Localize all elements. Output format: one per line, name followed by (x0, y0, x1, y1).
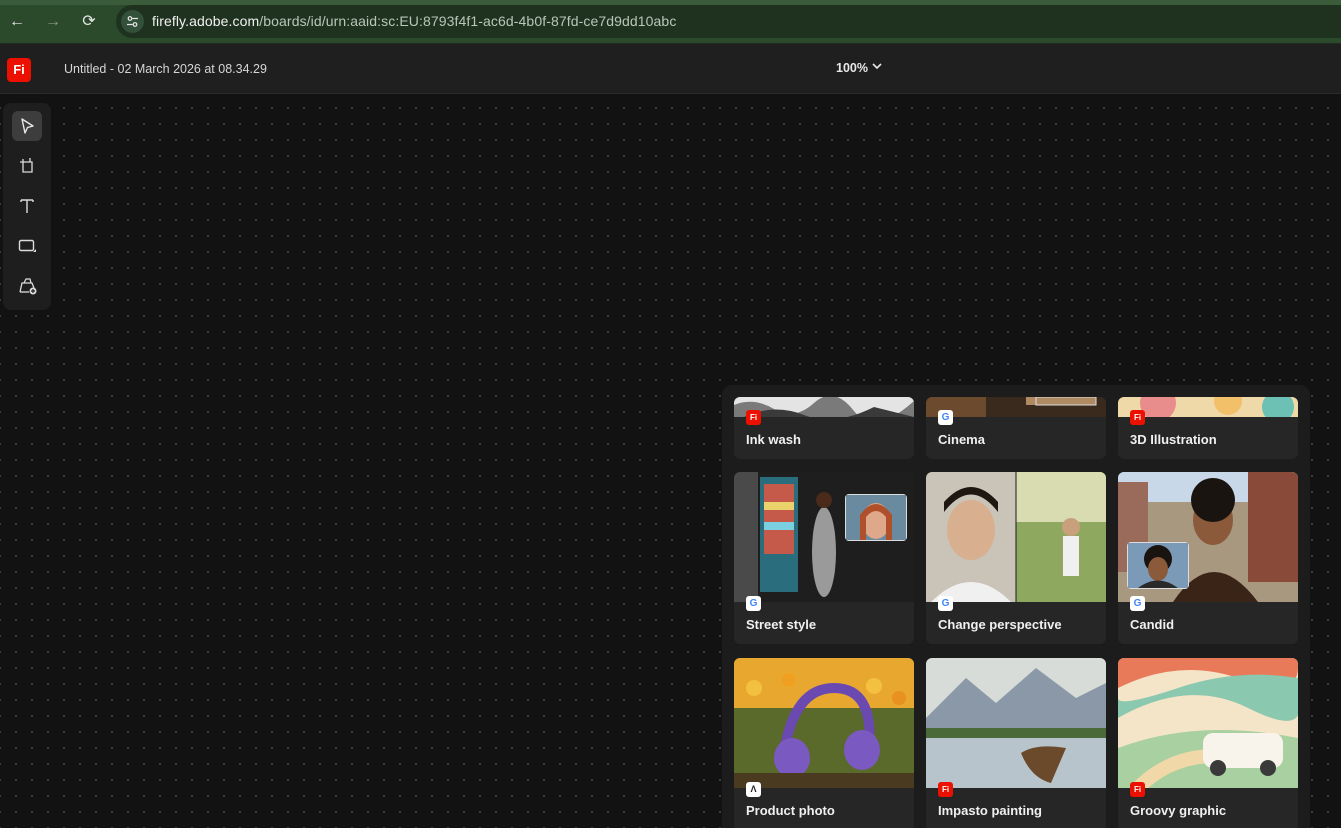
partner-model-icon: Λ (746, 782, 761, 797)
text-tool[interactable] (12, 191, 42, 221)
url-text: firefly.adobe.com/boards/id/urn:aaid:sc:… (152, 13, 676, 29)
firefly-model-icon: Fi (746, 410, 761, 425)
product-photo-thumbnail (734, 658, 914, 788)
3d-illustration-thumbnail (1118, 397, 1298, 417)
artboard-icon (20, 158, 33, 173)
style-card-candid[interactable]: G Candid (1118, 472, 1298, 644)
style-card-3d-illustration[interactable]: Fi 3D Illustration (1118, 397, 1298, 459)
cinema-thumbnail (926, 397, 1106, 417)
style-presets-panel: Fi Ink wash G Cinema Fi 3D Illustration (722, 385, 1310, 828)
change-perspective-thumbnail (926, 472, 1106, 602)
app-header: Fi Untitled - 02 March 2026 at 08.34.29 … (0, 44, 1341, 94)
style-card-label: Product photo (746, 803, 835, 818)
image-generate-icon (19, 278, 37, 295)
style-card-ink-wash[interactable]: Fi Ink wash (734, 397, 914, 459)
firefly-model-icon: Fi (1130, 410, 1145, 425)
reference-image-inset (1127, 542, 1189, 589)
pointer-icon (21, 118, 34, 134)
url-host: firefly.adobe.com (152, 13, 260, 29)
browser-toolbar: ← → ⟳ firefly.adobe.com/boards/id/urn:aa… (0, 0, 1341, 44)
style-card-product-photo[interactable]: Λ Product photo (734, 658, 914, 828)
style-card-label: Candid (1130, 617, 1175, 632)
address-bar[interactable]: firefly.adobe.com/boards/id/urn:aaid:sc:… (116, 5, 1341, 38)
forward-icon[interactable]: → (43, 12, 63, 32)
google-model-icon: G (938, 410, 953, 425)
style-card-label: Impasto painting (938, 803, 1042, 818)
google-model-icon: G (938, 596, 953, 611)
style-card-cinema[interactable]: G Cinema (926, 397, 1106, 459)
url-path: /boards/id/urn:aaid:sc:EU:8793f4f1-ac6d-… (259, 13, 677, 29)
back-icon[interactable]: ← (7, 12, 27, 32)
firefly-model-icon: Fi (1130, 782, 1145, 797)
document-title[interactable]: Untitled - 02 March 2026 at 08.34.29 (64, 62, 267, 76)
impasto-painting-thumbnail (926, 658, 1106, 788)
style-card-groovy-graphic[interactable]: Fi Groovy graphic (1118, 658, 1298, 828)
select-tool[interactable] (12, 111, 42, 141)
reference-image-inset (845, 494, 907, 541)
style-card-label: Groovy graphic (1130, 803, 1227, 818)
style-card-label: 3D Illustration (1130, 432, 1217, 447)
ink-wash-thumbnail (734, 397, 914, 417)
style-card-label: Cinema (938, 432, 985, 447)
rectangle-icon (18, 239, 36, 252)
google-model-icon: G (1130, 596, 1145, 611)
style-card-impasto-painting[interactable]: Fi Impasto painting (926, 658, 1106, 828)
zoom-level[interactable]: 100% (836, 61, 868, 75)
style-card-change-perspective[interactable]: G Change perspective (926, 472, 1106, 644)
chevron-down-icon[interactable] (872, 61, 882, 74)
text-icon (20, 199, 34, 213)
google-model-icon: G (746, 596, 761, 611)
groovy-graphic-thumbnail (1118, 658, 1298, 788)
style-card-label: Street style (746, 617, 817, 632)
generate-image-tool[interactable] (12, 271, 42, 301)
page-tool[interactable] (12, 151, 42, 181)
reload-icon[interactable]: ⟳ (79, 12, 99, 32)
style-card-label: Ink wash (746, 432, 801, 447)
firefly-model-icon: Fi (938, 782, 953, 797)
style-card-street-style[interactable]: G Street style (734, 472, 914, 644)
site-settings-icon[interactable] (121, 10, 144, 33)
tool-palette (3, 103, 51, 310)
shape-tool[interactable] (12, 231, 42, 261)
firefly-logo[interactable]: Fi (7, 58, 31, 82)
style-card-label: Change perspective (938, 617, 1062, 632)
